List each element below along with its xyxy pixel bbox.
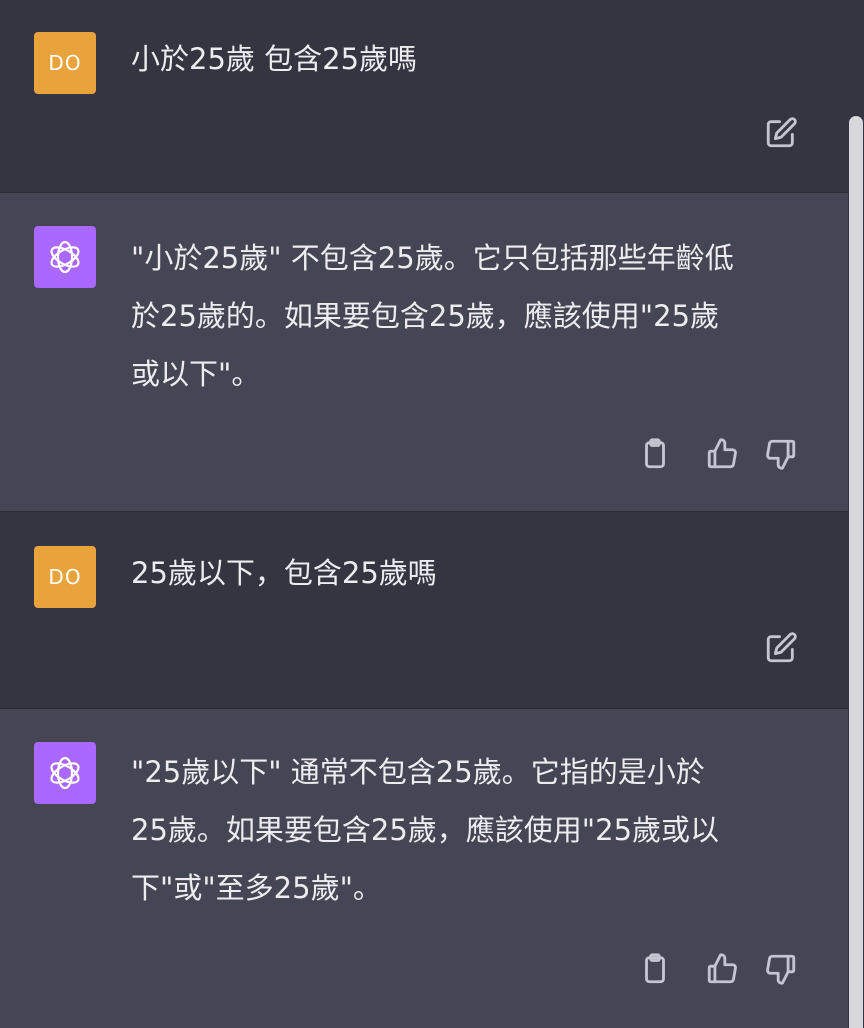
user-avatar: DO: [34, 546, 96, 608]
assistant-message-text: "小於25歲" 不包含25歲。它只包括那些年齡低 於25歲的。如果要包含25歲，…: [131, 229, 821, 403]
user-message-text: 小於25歲 包含25歲嗎: [131, 42, 418, 76]
text-line: 或以下"。: [131, 357, 261, 391]
thumbs-up-icon[interactable]: [704, 436, 740, 472]
user-avatar: DO: [34, 32, 96, 94]
edit-icon[interactable]: [763, 115, 799, 151]
assistant-message: "小於25歲" 不包含25歲。它只包括那些年齡低 於25歲的。如果要包含25歲，…: [0, 193, 848, 512]
openai-logo-icon: [34, 742, 96, 804]
clipboard-icon[interactable]: [637, 951, 673, 987]
text-line: 25歲。如果要包含25歲，應該使用"25歲或以: [131, 813, 720, 847]
thumbs-down-icon[interactable]: [763, 436, 799, 472]
text-line: "小於25歲" 不包含25歲。它只包括那些年齡低: [131, 241, 734, 275]
assistant-message-text: "25歲以下" 通常不包含25歲。它指的是小於 25歲。如果要包含25歲，應該使…: [131, 743, 821, 917]
avatar-initials: DO: [48, 565, 82, 589]
avatar-initials: DO: [48, 51, 82, 75]
text-line: "25歲以下" 通常不包含25歲。它指的是小於: [131, 755, 705, 789]
text-line: 下"或"至多25歲"。: [131, 871, 382, 905]
edit-icon[interactable]: [763, 630, 799, 666]
assistant-message: "25歲以下" 通常不包含25歲。它指的是小於 25歲。如果要包含25歲，應該使…: [0, 709, 848, 1028]
user-message: DO 小於25歲 包含25歲嗎: [0, 0, 848, 193]
user-message-text: 25歲以下，包含25歲嗎: [131, 556, 437, 590]
scrollbar-thumb[interactable]: [849, 116, 863, 1028]
user-message: DO 25歲以下，包含25歲嗎: [0, 512, 848, 709]
thumbs-down-icon[interactable]: [763, 951, 799, 987]
clipboard-icon[interactable]: [637, 436, 673, 472]
text-line: 於25歲的。如果要包含25歲，應該使用"25歲: [131, 299, 720, 333]
openai-logo-icon: [34, 226, 96, 288]
thumbs-up-icon[interactable]: [704, 951, 740, 987]
